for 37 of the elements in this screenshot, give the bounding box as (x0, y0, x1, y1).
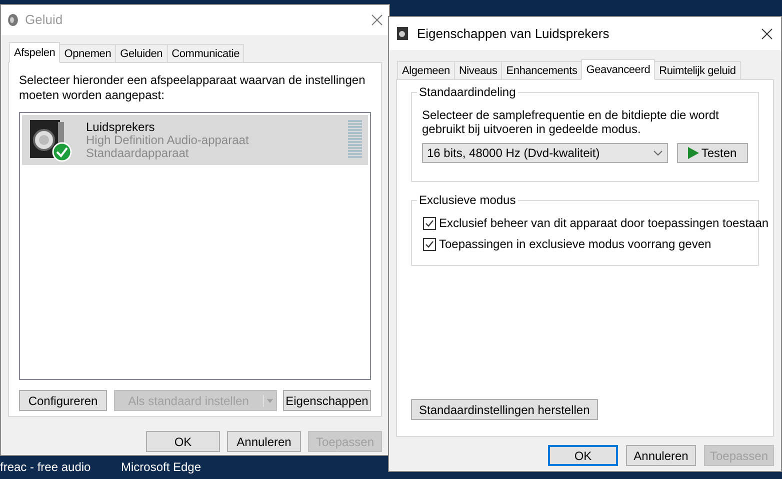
dialog-button[interactable]: OK (146, 431, 220, 452)
restore-defaults-button[interactable]: Standaardinstellingen herstellen (411, 399, 598, 420)
checkbox[interactable] (423, 238, 436, 251)
checkbox-label: Toepassingen in exclusieve modus voorrang geven (439, 237, 712, 252)
tab[interactable]: Algemeen (397, 61, 455, 80)
dialog-button[interactable]: OK (548, 445, 618, 466)
window-title: Geluid (25, 11, 63, 30)
checkbox-label: Exclusief beheer van dit apparaat door toepassingen toestaan (439, 216, 769, 231)
device-item[interactable]: Luidsprekers High Definition Audio-apparaat Standaardapparaat (22, 115, 368, 165)
volume-meter-icon (348, 120, 362, 160)
speaker-icon (7, 13, 19, 27)
taskbar-item[interactable]: Microsoft Edge (121, 458, 202, 476)
play-icon (688, 147, 700, 159)
group-title: Standaardindeling (417, 85, 518, 99)
tab[interactable]: Ruimtelijk geluid (654, 61, 741, 80)
device-description: High Definition Audio-apparaat (86, 134, 250, 146)
dialog-button[interactable]: Eigenschappen (283, 390, 371, 411)
tab[interactable]: Geavanceerd (581, 59, 656, 80)
tab[interactable]: Afspelen (9, 42, 60, 63)
group-title: Exclusieve modus (417, 193, 518, 207)
dialog-button[interactable]: Configureren (19, 390, 107, 411)
instruction-text: Selecteer hieronder een afspeelapparaat waarvan de instellingen moeten worden aangepast: (19, 73, 366, 103)
dropdown-arrow-icon (262, 394, 276, 406)
device-status: Standaardapparaat (86, 146, 189, 160)
checkbox[interactable] (423, 217, 436, 230)
dialog-button[interactable]: Annuleren (227, 431, 301, 452)
close-icon[interactable] (761, 28, 773, 40)
format-dropdown[interactable]: 16 bits, 48000 Hz (Dvd-kwaliteit) (422, 143, 668, 163)
window-title: Eigenschappen van Luidsprekers (417, 24, 610, 43)
device-name: Luidsprekers (86, 120, 156, 134)
chevron-down-icon (653, 150, 664, 156)
tab[interactable]: Communicatie (166, 44, 244, 63)
format-description: Selecteer de samplefrequentie en de bitdiepte die wordt gebruikt bij uitvoeren in gedeelde modus. (422, 108, 720, 136)
taskbar-item[interactable]: freac - free audio (0, 458, 121, 476)
speaker-icon (397, 27, 409, 40)
test-button[interactable]: Testen (677, 143, 748, 163)
dialog-button[interactable]: Annuleren (626, 445, 696, 466)
